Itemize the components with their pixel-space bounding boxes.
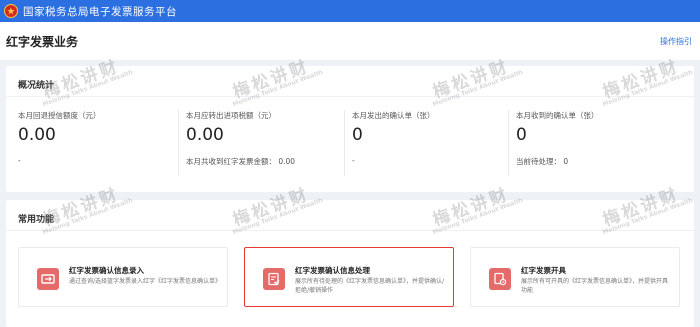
function-red-invoice-process[interactable]: 红字发票确认信息处理 展示所有待处理的《红字发票信息确认单》，并提供确认/拒绝/…: [244, 247, 454, 307]
function-desc: 通过查询/选择蓝字发票录入红字《红字发票信息确认单》: [69, 278, 222, 285]
operation-guide-link[interactable]: 操作指引: [660, 36, 692, 47]
stat-sent-confirmations: 本月发出的确认单（张） 0 -: [352, 110, 517, 165]
function-desc: 展示所有待处理的《红字发票信息确认单》，并提供确认/拒绝/撤销操作: [295, 278, 445, 294]
stat-label: 本月应转出进项税额（元）: [186, 111, 276, 120]
stat-label: 本月回退授信额度（元）: [18, 111, 101, 120]
invoice-issue-icon: [489, 268, 511, 290]
divider: [6, 230, 694, 231]
stat-sub: -: [18, 156, 21, 165]
function-desc: 展示所有可开具的《红字发票信息确认单》，并提供开具功能: [521, 278, 669, 294]
overview-card: 概况统计 本月回退授信额度（元） 0.00 - 本月应转出进项税额（元） 0.0…: [6, 66, 694, 192]
stat-label: 本月收到的确认单（张）: [516, 111, 599, 120]
stat-received-confirmations: 本月收到的确认单（张） 0 当前待处理： 0: [516, 110, 681, 166]
top-bar: 国家税务总局电子发票服务平台: [0, 0, 700, 22]
function-title: 红字发票确认信息录入: [69, 266, 144, 275]
function-red-invoice-issue[interactable]: 红字发票开具 展示所有可开具的《红字发票信息确认单》，并提供开具功能: [470, 247, 680, 307]
invoice-process-icon: [263, 268, 285, 290]
common-functions-card: 常用功能 红字发票确认信息录入 通过查询/选择蓝字发票录入红字《红字发票信息确认…: [6, 200, 694, 327]
stat-value: 0: [352, 125, 363, 145]
function-title: 红字发票确认信息处理: [295, 266, 370, 275]
page-title: 红字发票业务: [6, 34, 79, 49]
functions-title: 常用功能: [18, 215, 55, 225]
stat-value: 0.00: [186, 125, 224, 145]
function-title: 红字发票开具: [521, 266, 566, 275]
stat-returned-credit: 本月回退授信额度（元） 0.00 -: [18, 110, 183, 165]
stat-input-tax-transfer: 本月应转出进项税额（元） 0.00 本月共收到红字发票金额： 0.00: [186, 110, 351, 166]
stat-value: 0.00: [18, 125, 56, 145]
overview-title: 概况统计: [18, 81, 55, 91]
stat-sub: 当前待处理： 0: [516, 157, 569, 166]
page-header: 红字发票业务 操作指引: [0, 22, 700, 60]
stat-sub: -: [352, 156, 355, 165]
function-red-invoice-entry[interactable]: 红字发票确认信息录入 通过查询/选择蓝字发票录入红字《红字发票信息确认单》: [18, 247, 228, 307]
divider: [344, 110, 345, 176]
stat-value: 0: [516, 125, 527, 145]
divider: [508, 110, 509, 176]
stat-sub: 本月共收到红字发票金额： 0.00: [186, 157, 296, 166]
divider: [6, 96, 694, 97]
divider: [178, 110, 179, 176]
site-title: 国家税务总局电子发票服务平台: [23, 5, 177, 18]
tax-emblem-icon: [4, 4, 18, 18]
stat-label: 本月发出的确认单（张）: [352, 111, 435, 120]
invoice-entry-icon: [37, 268, 59, 290]
